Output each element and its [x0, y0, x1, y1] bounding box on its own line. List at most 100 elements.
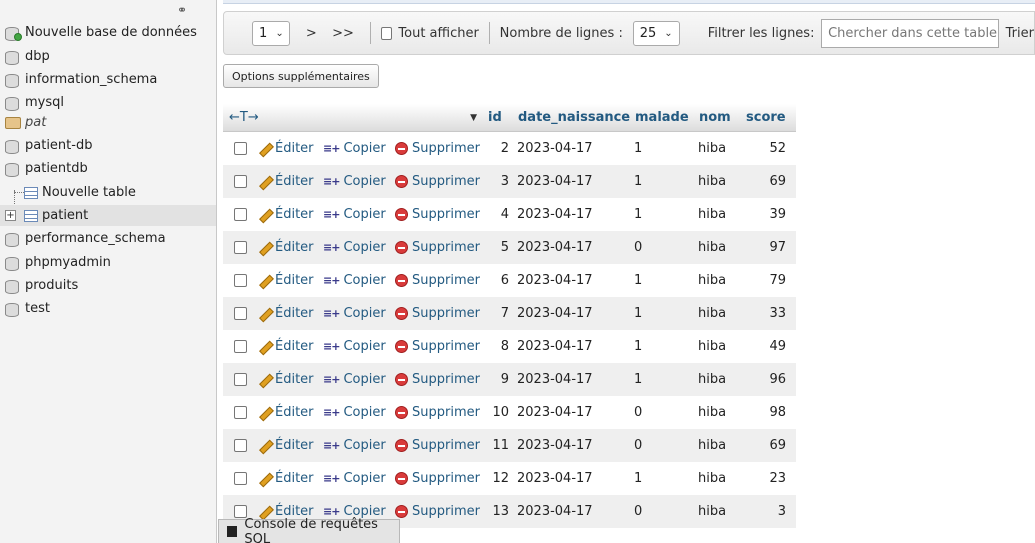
copy-row-button[interactable]: ≡+ Copier [323, 207, 395, 222]
cell-date-naissance[interactable]: 2023-04-17 [511, 273, 628, 288]
nav-item-patient-db[interactable]: patient-db [0, 135, 216, 156]
filter-rows-input[interactable]: Chercher dans cette table [821, 18, 1000, 48]
cell-score[interactable]: 96 [739, 372, 789, 387]
edit-row-button[interactable]: Éditer [257, 207, 323, 222]
delete-row-button[interactable]: Supprimer [395, 471, 482, 486]
nav-item-patient[interactable]: + patient [0, 205, 216, 226]
copy-row-button[interactable]: ≡+ Copier [323, 306, 395, 321]
nav-item-patientdb[interactable]: patientdb [0, 158, 216, 179]
cell-score[interactable]: 69 [739, 174, 789, 189]
edit-row-button[interactable]: Éditer [257, 471, 323, 486]
cell-date-naissance[interactable]: 2023-04-17 [511, 372, 628, 387]
cell-id[interactable]: 3 [482, 174, 511, 189]
cell-date-naissance[interactable]: 2023-04-17 [511, 240, 628, 255]
copy-row-button[interactable]: ≡+ Copier [323, 405, 395, 420]
cell-score[interactable]: 3 [739, 504, 789, 519]
edit-row-button[interactable]: Éditer [257, 141, 323, 156]
link-icon[interactable]: ⚭ [177, 3, 187, 17]
cell-date-naissance[interactable]: 2023-04-17 [511, 471, 628, 486]
cell-id[interactable]: 9 [482, 372, 511, 387]
cell-id[interactable]: 11 [482, 438, 511, 453]
cell-malade[interactable]: 1 [628, 471, 692, 486]
next-page-button[interactable]: > [300, 26, 323, 41]
edit-row-button[interactable]: Éditer [257, 372, 323, 387]
delete-row-button[interactable]: Supprimer [395, 240, 482, 255]
nav-item-phpmyadmin[interactable]: phpmyadmin [0, 252, 216, 273]
cell-score[interactable]: 39 [739, 207, 789, 222]
cell-id[interactable]: 6 [482, 273, 511, 288]
copy-row-button[interactable]: ≡+ Copier [323, 240, 395, 255]
cell-id[interactable]: 12 [482, 471, 511, 486]
cell-nom[interactable]: hiba [692, 339, 739, 354]
copy-row-button[interactable]: ≡+ Copier [323, 174, 395, 189]
delete-row-button[interactable]: Supprimer [395, 405, 482, 420]
cell-nom[interactable]: hiba [692, 207, 739, 222]
cell-id[interactable]: 7 [482, 306, 511, 321]
cell-nom[interactable]: hiba [692, 405, 739, 420]
cell-malade[interactable]: 1 [628, 141, 692, 156]
cell-malade[interactable]: 1 [628, 306, 692, 321]
delete-row-button[interactable]: Supprimer [395, 438, 482, 453]
cell-id[interactable]: 13 [482, 504, 511, 519]
edit-row-button[interactable]: Éditer [257, 405, 323, 420]
cell-malade[interactable]: 0 [628, 504, 692, 519]
column-header-malade[interactable]: malade [629, 110, 693, 125]
cell-malade[interactable]: 0 [628, 438, 692, 453]
column-header-score[interactable]: score [740, 110, 790, 125]
row-checkbox[interactable] [233, 142, 247, 155]
copy-row-button[interactable]: ≡+ Copier [323, 438, 395, 453]
cell-score[interactable]: 23 [739, 471, 789, 486]
delete-row-button[interactable]: Supprimer [395, 306, 482, 321]
nav-item-produits[interactable]: produits [0, 275, 216, 296]
cell-malade[interactable]: 1 [628, 207, 692, 222]
cell-nom[interactable]: hiba [692, 306, 739, 321]
copy-row-button[interactable]: ≡+ Copier [323, 141, 395, 156]
row-checkbox[interactable] [233, 208, 247, 221]
column-resize-arrows[interactable]: ←T→ [223, 110, 259, 125]
copy-row-button[interactable]: ≡+ Copier [323, 372, 395, 387]
cell-malade[interactable]: 1 [628, 273, 692, 288]
cell-nom[interactable]: hiba [692, 471, 739, 486]
sql-console-toggle[interactable]: Console de requêtes SQL [218, 517, 400, 543]
nav-item-mysql[interactable]: mysql [0, 92, 216, 113]
nav-item-performance-schema[interactable]: performance_schema [0, 228, 216, 249]
cell-nom[interactable]: hiba [692, 372, 739, 387]
edit-row-button[interactable]: Éditer [257, 339, 323, 354]
edit-row-button[interactable]: Éditer [257, 174, 323, 189]
cell-nom[interactable]: hiba [692, 273, 739, 288]
cell-score[interactable]: 52 [739, 141, 789, 156]
rows-count-select[interactable]: 25 ⌄ [632, 20, 680, 46]
row-checkbox[interactable] [233, 439, 247, 452]
expand-icon[interactable]: + [5, 210, 16, 221]
delete-row-button[interactable]: Supprimer [395, 372, 482, 387]
copy-row-button[interactable]: ≡+ Copier [323, 471, 395, 486]
edit-row-button[interactable]: Éditer [257, 438, 323, 453]
cell-score[interactable]: 33 [739, 306, 789, 321]
delete-row-button[interactable]: Supprimer [395, 273, 482, 288]
delete-row-button[interactable]: Supprimer [395, 141, 482, 156]
page-select[interactable]: 1 ⌄ [252, 20, 291, 46]
nav-item-new-database[interactable]: Nouvelle base de données [0, 22, 216, 43]
cell-nom[interactable]: hiba [692, 141, 739, 156]
cell-date-naissance[interactable]: 2023-04-17 [511, 438, 628, 453]
cell-nom[interactable]: hiba [692, 240, 739, 255]
delete-row-button[interactable]: Supprimer [395, 207, 482, 222]
nav-item-new-table[interactable]: Nouvelle table [0, 182, 216, 203]
delete-row-button[interactable]: Supprimer [395, 504, 482, 519]
cell-score[interactable]: 79 [739, 273, 789, 288]
cell-nom[interactable]: hiba [692, 174, 739, 189]
show-all-checkbox[interactable] [380, 26, 392, 40]
nav-item-pat[interactable]: pat [0, 112, 216, 133]
edit-row-button[interactable]: Éditer [257, 273, 323, 288]
cell-nom[interactable]: hiba [692, 504, 739, 519]
edit-row-button[interactable]: Éditer [257, 240, 323, 255]
cell-malade[interactable]: 1 [628, 372, 692, 387]
cell-id[interactable]: 10 [482, 405, 511, 420]
cell-date-naissance[interactable]: 2023-04-17 [511, 306, 628, 321]
column-header-date-naissance[interactable]: date_naissance [512, 110, 630, 125]
nav-item-information-schema[interactable]: information_schema [0, 69, 216, 90]
cell-id[interactable]: 2 [482, 141, 511, 156]
cell-date-naissance[interactable]: 2023-04-17 [511, 174, 628, 189]
row-checkbox[interactable] [233, 340, 247, 353]
show-all-label[interactable]: Tout afficher [398, 26, 478, 41]
